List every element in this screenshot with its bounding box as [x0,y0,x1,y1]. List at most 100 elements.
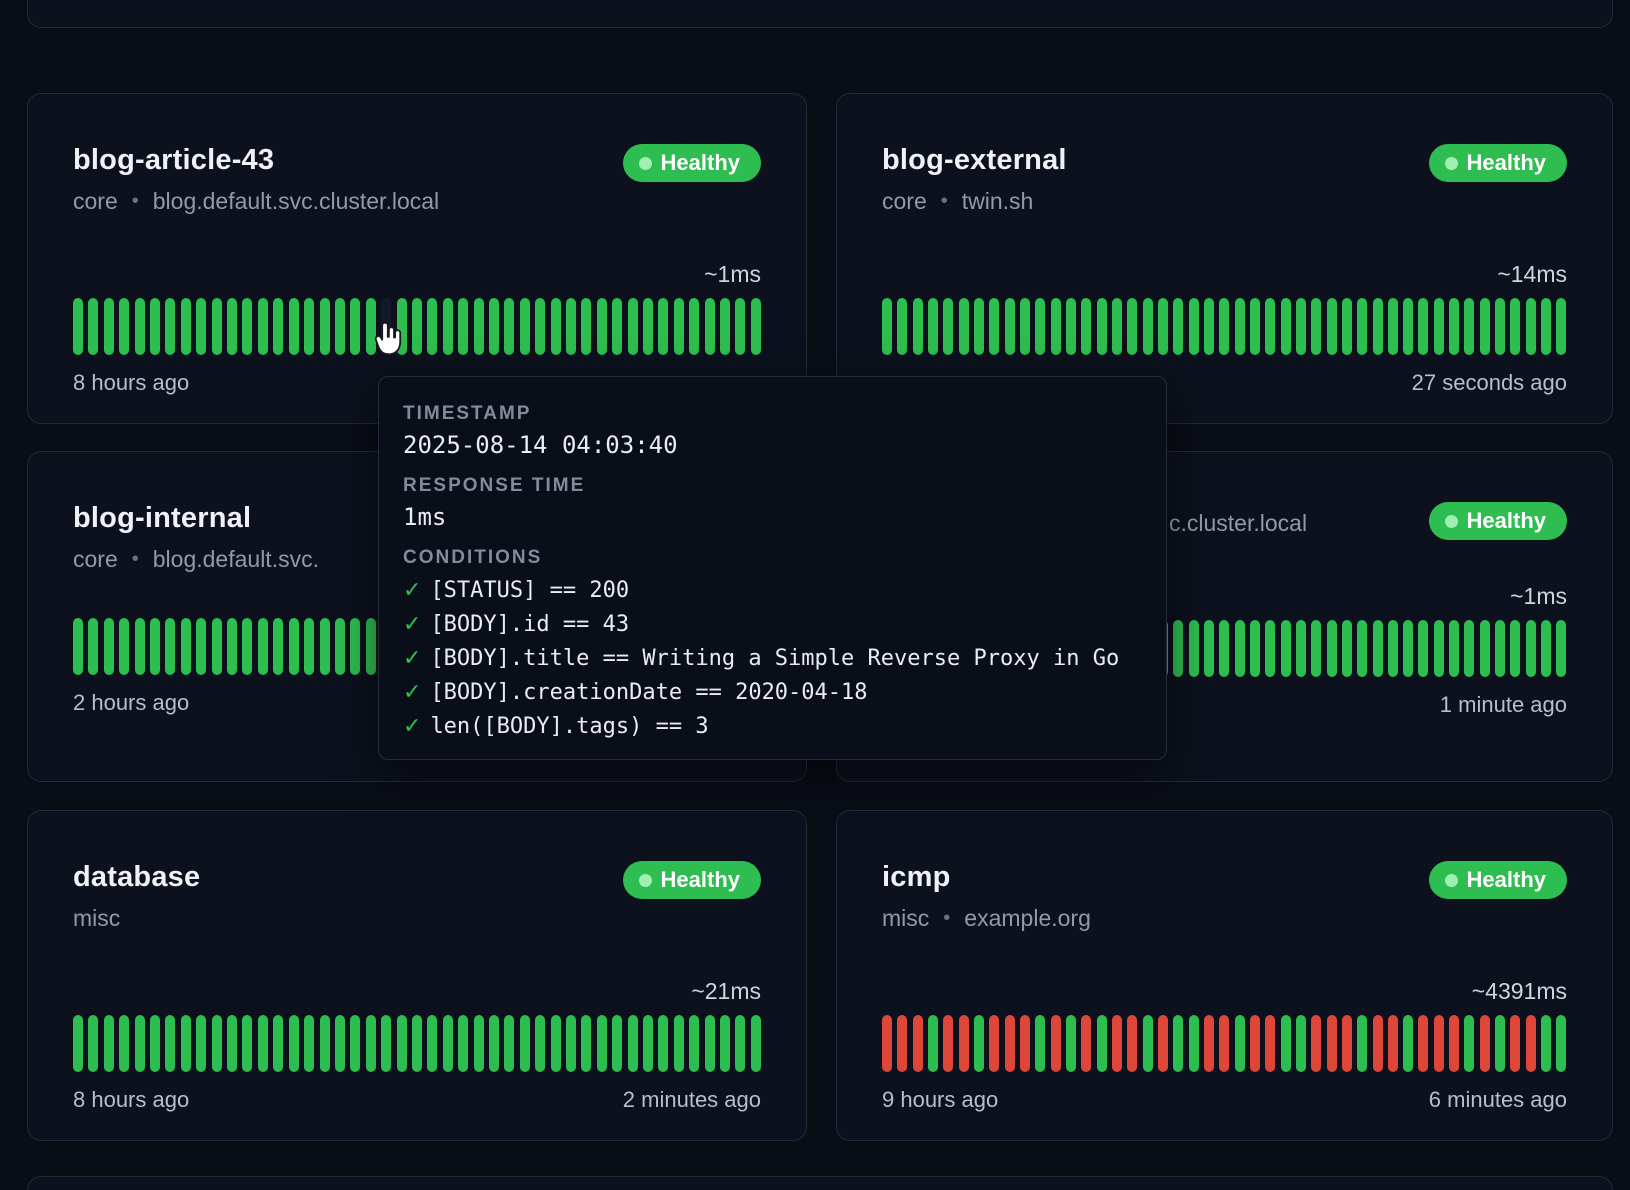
status-bar[interactable] [1311,1015,1321,1072]
status-bar[interactable] [1250,1015,1260,1072]
status-bar[interactable] [1541,620,1551,677]
status-bar[interactable] [1311,298,1321,355]
status-bar[interactable] [350,298,360,355]
status-bar[interactable] [242,618,252,675]
status-bar[interactable] [227,1015,237,1072]
status-bar[interactable] [705,298,715,355]
status-bar[interactable] [1403,298,1413,355]
status-bar[interactable] [913,298,923,355]
status-bar[interactable] [412,298,422,355]
status-bar[interactable] [959,298,969,355]
status-bar[interactable] [489,1015,499,1072]
status-bar[interactable] [897,1015,907,1072]
status-bar[interactable] [1265,1015,1275,1072]
status-bar[interactable] [1495,298,1505,355]
status-bar[interactable] [1541,298,1551,355]
status-bar[interactable] [643,1015,653,1072]
status-bar[interactable] [1005,298,1015,355]
status-bar[interactable] [1327,1015,1337,1072]
status-bar[interactable] [1097,1015,1107,1072]
status-bar[interactable] [1510,298,1520,355]
status-bar[interactable] [1556,1015,1566,1072]
status-bar[interactable] [520,1015,530,1072]
status-bar[interactable] [928,298,938,355]
status-bar[interactable] [735,298,745,355]
status-bar[interactable] [1434,1015,1444,1072]
status-bar[interactable] [196,618,206,675]
status-bar[interactable] [1173,1015,1183,1072]
status-bar[interactable] [1495,1015,1505,1072]
status-bar[interactable] [1464,298,1474,355]
status-bar[interactable] [1434,620,1444,677]
status-bar[interactable] [1373,298,1383,355]
status-bar[interactable] [1342,1015,1352,1072]
status-bar[interactable] [566,1015,576,1072]
status-bar[interactable] [1342,298,1352,355]
status-bar[interactable] [720,1015,730,1072]
status-bar[interactable] [1081,1015,1091,1072]
status-bar[interactable] [628,298,638,355]
status-bar[interactable] [689,1015,699,1072]
status-bar[interactable] [350,618,360,675]
status-bar[interactable] [165,618,175,675]
status-bar[interactable] [943,1015,953,1072]
status-bar[interactable] [1143,298,1153,355]
status-bar[interactable] [1250,620,1260,677]
status-bar[interactable] [474,1015,484,1072]
status-bar[interactable] [1219,1015,1229,1072]
status-bar[interactable] [720,298,730,355]
status-bar[interactable] [959,1015,969,1072]
status-bar[interactable] [412,1015,422,1072]
status-bar[interactable] [242,1015,252,1072]
status-bar[interactable] [227,298,237,355]
status-bar[interactable] [104,1015,114,1072]
status-bar[interactable] [1480,620,1490,677]
status-bar[interactable] [212,298,222,355]
status-bar[interactable] [1173,620,1183,677]
status-bar[interactable] [628,1015,638,1072]
status-bar[interactable] [119,618,129,675]
status-bar[interactable] [304,298,314,355]
endpoint-card-database[interactable]: database Healthy misc • ~21ms 8 hours ag… [27,810,807,1141]
status-bar[interactable] [1449,620,1459,677]
status-bar[interactable] [658,1015,668,1072]
status-bar[interactable] [273,298,283,355]
status-bar[interactable] [1403,1015,1413,1072]
status-bar[interactable] [751,298,761,355]
status-bar[interactable] [1127,1015,1137,1072]
status-bar[interactable] [1051,1015,1061,1072]
status-bar[interactable] [196,1015,206,1072]
status-bar[interactable] [1204,1015,1214,1072]
status-bar[interactable] [104,298,114,355]
status-bar[interactable] [1235,1015,1245,1072]
status-bar[interactable] [566,298,576,355]
status-bar[interactable] [135,618,145,675]
status-bar[interactable] [119,1015,129,1072]
status-bar[interactable] [1173,298,1183,355]
status-bar[interactable] [1327,620,1337,677]
status-bar[interactable] [1311,620,1321,677]
status-bar[interactable] [73,618,83,675]
status-bar[interactable] [119,298,129,355]
status-bar[interactable] [1418,620,1428,677]
status-bar[interactable] [1035,298,1045,355]
status-bar[interactable] [181,1015,191,1072]
status-bar[interactable] [1235,298,1245,355]
status-bar[interactable] [1219,298,1229,355]
status-bar[interactable] [1449,298,1459,355]
status-bar[interactable] [443,1015,453,1072]
status-bar[interactable] [304,1015,314,1072]
status-bar[interactable] [104,618,114,675]
status-bar[interactable] [366,618,376,675]
status-bar[interactable] [88,618,98,675]
status-bar[interactable] [504,1015,514,1072]
status-bar[interactable] [1418,1015,1428,1072]
status-bar[interactable] [458,298,468,355]
status-bar[interactable] [1143,1015,1153,1072]
status-bar[interactable] [1189,1015,1199,1072]
status-bar[interactable] [1081,298,1091,355]
status-bar[interactable] [427,1015,437,1072]
status-bar[interactable] [135,298,145,355]
status-bar[interactable] [989,1015,999,1072]
status-bar[interactable] [1005,1015,1015,1072]
